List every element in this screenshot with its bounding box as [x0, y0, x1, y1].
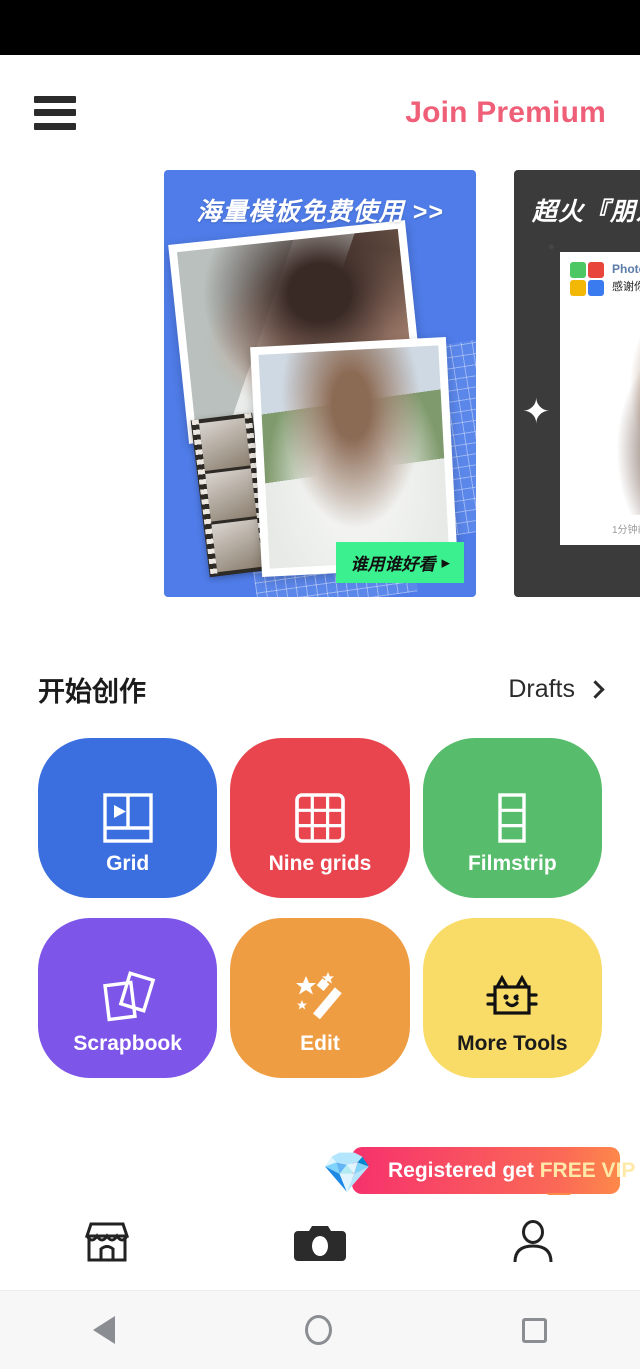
post-meta: 1分钟前 删除	[612, 525, 640, 536]
carousel-banner-templates[interactable]: 海量模板免费使用 >> 谁用谁好看 ▸	[164, 170, 476, 597]
bottom-navigation-bar	[0, 1195, 640, 1289]
banner-cta-label: 谁用谁好看	[350, 555, 436, 574]
tool-tile-label: More Tools	[457, 1032, 568, 1055]
hamburger-menu-icon[interactable]	[34, 95, 76, 130]
carousel-banner-moments[interactable]: 超火『朋友 ✦ PhotoGrid4 感谢你陪 1分钟前 删除	[514, 170, 640, 597]
tools-grid: Grid Nine grids Filmstrip Scrapbook Edit…	[0, 728, 640, 1078]
tool-tile-scrapbook[interactable]: Scrapbook	[38, 918, 218, 1078]
system-home-button[interactable]	[305, 1315, 332, 1345]
gem-icon: 💎	[322, 1151, 372, 1195]
post-image	[612, 314, 640, 515]
cat-face-icon	[481, 967, 543, 1029]
banner-title-2: 超火『朋友	[532, 198, 640, 226]
tool-tile-more-tools[interactable]: More Tools	[422, 918, 602, 1078]
home-circle-icon	[305, 1315, 332, 1345]
system-back-button[interactable]	[93, 1316, 115, 1344]
system-navigation-bar	[0, 1290, 640, 1369]
promo-highlight: FREE VIP	[539, 1158, 636, 1182]
sparkle-icon: ✦	[522, 393, 551, 431]
collage-grid-icon	[100, 787, 156, 849]
tool-tile-edit[interactable]: Edit	[230, 918, 410, 1078]
nav-item-profile[interactable]	[488, 1209, 578, 1275]
chevron-right-icon	[586, 679, 605, 699]
tool-tile-filmstrip[interactable]: Filmstrip	[422, 738, 602, 898]
camera-icon	[293, 1226, 346, 1261]
tool-tile-label: Grid	[106, 852, 150, 875]
scrapbook-cards-icon	[99, 967, 157, 1029]
tool-tile-label: Nine grids	[268, 852, 372, 875]
tool-tile-label: Filmstrip	[467, 852, 557, 875]
tool-tile-label: Scrapbook	[73, 1032, 182, 1055]
tool-tile-nine-grids[interactable]: Nine grids	[230, 738, 410, 898]
tool-tile-label: Edit	[300, 1032, 340, 1055]
filmstrip-icon	[484, 787, 540, 849]
nine-grid-icon	[292, 787, 348, 849]
promo-prefix: Registered get	[388, 1158, 540, 1182]
free-vip-promo-banner[interactable]: 💎 Registered get FREE VIP	[322, 1147, 635, 1206]
play-arrow-icon: ▸	[441, 552, 450, 572]
banner-photo-model	[250, 337, 458, 577]
post-body-text: 感谢你陪	[612, 281, 640, 293]
nav-item-camera[interactable]	[275, 1209, 365, 1275]
store-icon	[84, 1222, 129, 1262]
promo-carousel[interactable]: 海量模板免费使用 >> 谁用谁好看 ▸ 超火『朋友 ✦	[0, 170, 640, 650]
promo-label: Registered get FREE VIP	[352, 1159, 635, 1183]
app-header: Join Premium	[0, 55, 640, 170]
system-recents-button[interactable]	[522, 1317, 547, 1343]
drafts-label: Drafts	[508, 674, 575, 703]
app-screen: Join Premium 海量模板免费使用 >> 谁用谁好看 ▸ 超火『朋 ✦ …	[0, 0, 640, 1369]
drafts-button[interactable]: Drafts	[508, 674, 605, 704]
page-title: 开始创作	[38, 676, 146, 707]
app-avatar-icon	[570, 262, 604, 296]
magic-wand-icon	[290, 967, 350, 1029]
recents-square-icon	[522, 1317, 547, 1343]
tool-tile-grid[interactable]: Grid	[38, 738, 218, 898]
person-icon	[513, 1220, 553, 1263]
back-triangle-icon	[93, 1316, 115, 1344]
create-section-header: 开始创作 Drafts	[0, 650, 640, 728]
join-premium-button[interactable]: Join Premium	[405, 96, 606, 130]
banner-cta-button[interactable]: 谁用谁好看 ▸	[336, 542, 464, 583]
banner-title: 海量模板免费使用 >>	[196, 198, 444, 226]
moments-post-card: PhotoGrid4 感谢你陪 1分钟前 删除	[560, 252, 640, 545]
status-bar	[0, 0, 640, 55]
nav-item-store[interactable]	[62, 1209, 152, 1275]
post-author-name: PhotoGrid4	[612, 262, 640, 276]
